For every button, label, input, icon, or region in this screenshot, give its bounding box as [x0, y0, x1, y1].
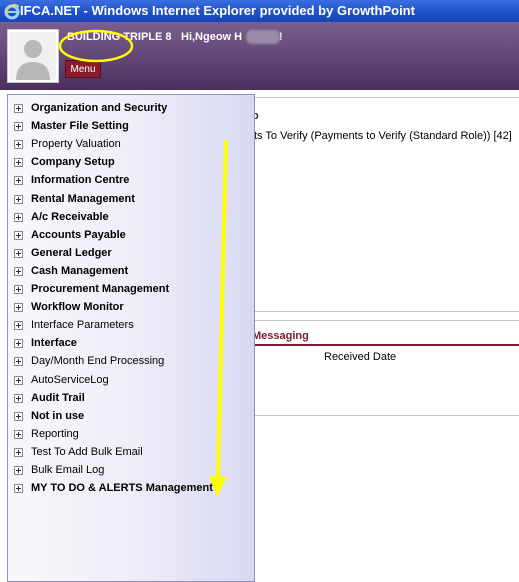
menu-item[interactable]: A/c Receivable — [14, 209, 252, 227]
menu-item-label: Accounts Payable — [31, 228, 126, 241]
menu-item[interactable]: Rental Management — [14, 191, 252, 209]
menu-item-label: Organization and Security — [31, 102, 168, 114]
expand-plus-icon[interactable] — [14, 158, 23, 168]
menu-item-label: Information Centre — [31, 174, 130, 187]
expand-plus-icon[interactable] — [14, 447, 23, 457]
menu-item-label: Interface — [31, 337, 77, 350]
expand-plus-icon[interactable] — [14, 303, 23, 313]
expand-plus-icon[interactable] — [14, 375, 23, 385]
expand-plus-icon[interactable] — [14, 339, 23, 349]
menu-item[interactable]: Cash Management — [14, 263, 252, 281]
expand-plus-icon[interactable] — [14, 248, 23, 258]
building-name: BUILDING TRIPLE 8 — [67, 31, 172, 43]
menu-item-label: Day/Month End Processing — [31, 355, 165, 368]
menu-item[interactable]: Reporting — [14, 426, 252, 444]
app-header: BUILDING TRIPLE 8 Hi,Ngeow Hn! Menu — [0, 22, 519, 90]
expand-plus-icon[interactable] — [14, 140, 23, 150]
expand-plus-icon[interactable] — [14, 321, 23, 331]
expand-plus-icon[interactable] — [14, 122, 23, 132]
expand-plus-icon[interactable] — [14, 194, 23, 204]
tab-messaging[interactable]: Messaging — [252, 330, 309, 342]
menu-item[interactable]: Master File Setting — [14, 118, 252, 136]
menu-item-label: Company Setup — [31, 156, 115, 169]
expand-plus-icon[interactable] — [14, 411, 23, 421]
expand-plus-icon[interactable] — [14, 176, 23, 186]
todo-item-link[interactable]: ts To Verify (Payments to Verify (Standa… — [254, 130, 512, 142]
menu-item[interactable]: Organization and Security — [14, 100, 252, 118]
expand-plus-icon[interactable] — [14, 212, 23, 222]
expand-plus-icon[interactable] — [14, 230, 23, 240]
menu-item-label: A/c Receivable — [31, 210, 109, 223]
menu-item-label: Not in use — [31, 409, 85, 422]
menu-item-label: MY TO DO & ALERTS Management — [31, 482, 213, 495]
menu-item[interactable]: Property Valuation — [14, 136, 252, 154]
menu-item[interactable]: AutoServiceLog — [14, 372, 252, 390]
menu-item[interactable]: Audit Trail — [14, 390, 252, 408]
menu-button[interactable]: Menu — [65, 60, 101, 78]
expand-plus-icon[interactable] — [14, 484, 23, 494]
menu-item-label: Property Valuation — [31, 138, 121, 151]
menu-item[interactable]: Test To Add Bulk Email — [14, 444, 252, 462]
menu-item[interactable]: Accounts Payable — [14, 227, 252, 245]
menu-item[interactable]: Workflow Monitor — [14, 299, 252, 317]
menu-item-label: Master File Setting — [31, 120, 129, 133]
expand-plus-icon[interactable] — [14, 104, 23, 113]
menu-item-label: Interface Parameters — [31, 319, 134, 332]
menu-item[interactable]: Not in use — [14, 408, 252, 426]
menu-item-label: General Ledger — [31, 246, 112, 259]
menu-item-label: Procurement Management — [31, 283, 170, 295]
menu-item[interactable]: Company Setup — [14, 154, 252, 172]
menu-item-label: Workflow Monitor — [31, 301, 124, 314]
expand-plus-icon[interactable] — [14, 393, 23, 403]
window-title: IFCA.NET - Windows Internet Explorer pro… — [20, 3, 415, 18]
expand-plus-icon[interactable] — [14, 429, 23, 439]
menu-item-label: AutoServiceLog — [31, 373, 109, 386]
menu-item[interactable]: Day/Month End Processing — [14, 353, 252, 371]
main-menu-dropdown: Organization and Security Master File Set… — [7, 94, 255, 582]
redaction-blur — [246, 30, 280, 44]
menu-item[interactable]: Interface — [14, 335, 252, 353]
expand-plus-icon[interactable] — [14, 357, 23, 367]
window-title-bar[interactable]: IFCA.NET - Windows Internet Explorer pro… — [0, 0, 519, 22]
internet-explorer-icon — [4, 3, 20, 20]
menu-item[interactable]: MY TO DO & ALERTS Management — [14, 480, 252, 498]
menu-item-label: Audit Trail — [31, 391, 85, 404]
menu-item[interactable]: Information Centre — [14, 172, 252, 190]
messaging-tab-underline — [240, 344, 519, 346]
menu-item[interactable]: Bulk Email Log — [14, 462, 252, 480]
menu-item-label: Test To Add Bulk Email — [31, 445, 143, 458]
menu-item-label: Reporting — [31, 427, 79, 440]
received-date-column-header[interactable]: Received Date — [324, 351, 396, 363]
expand-plus-icon[interactable] — [14, 466, 23, 475]
expand-plus-icon[interactable] — [14, 266, 23, 276]
menu-item[interactable]: General Ledger — [14, 245, 252, 263]
menu-item[interactable]: Procurement Management — [14, 281, 252, 299]
menu-item-label: Rental Management — [31, 192, 135, 205]
menu-item-label: Cash Management — [31, 264, 129, 277]
expand-plus-icon[interactable] — [14, 285, 23, 294]
user-avatar-icon — [7, 29, 59, 83]
menu-item[interactable]: Interface Parameters — [14, 317, 252, 335]
menu-item-label: Bulk Email Log — [31, 464, 105, 476]
